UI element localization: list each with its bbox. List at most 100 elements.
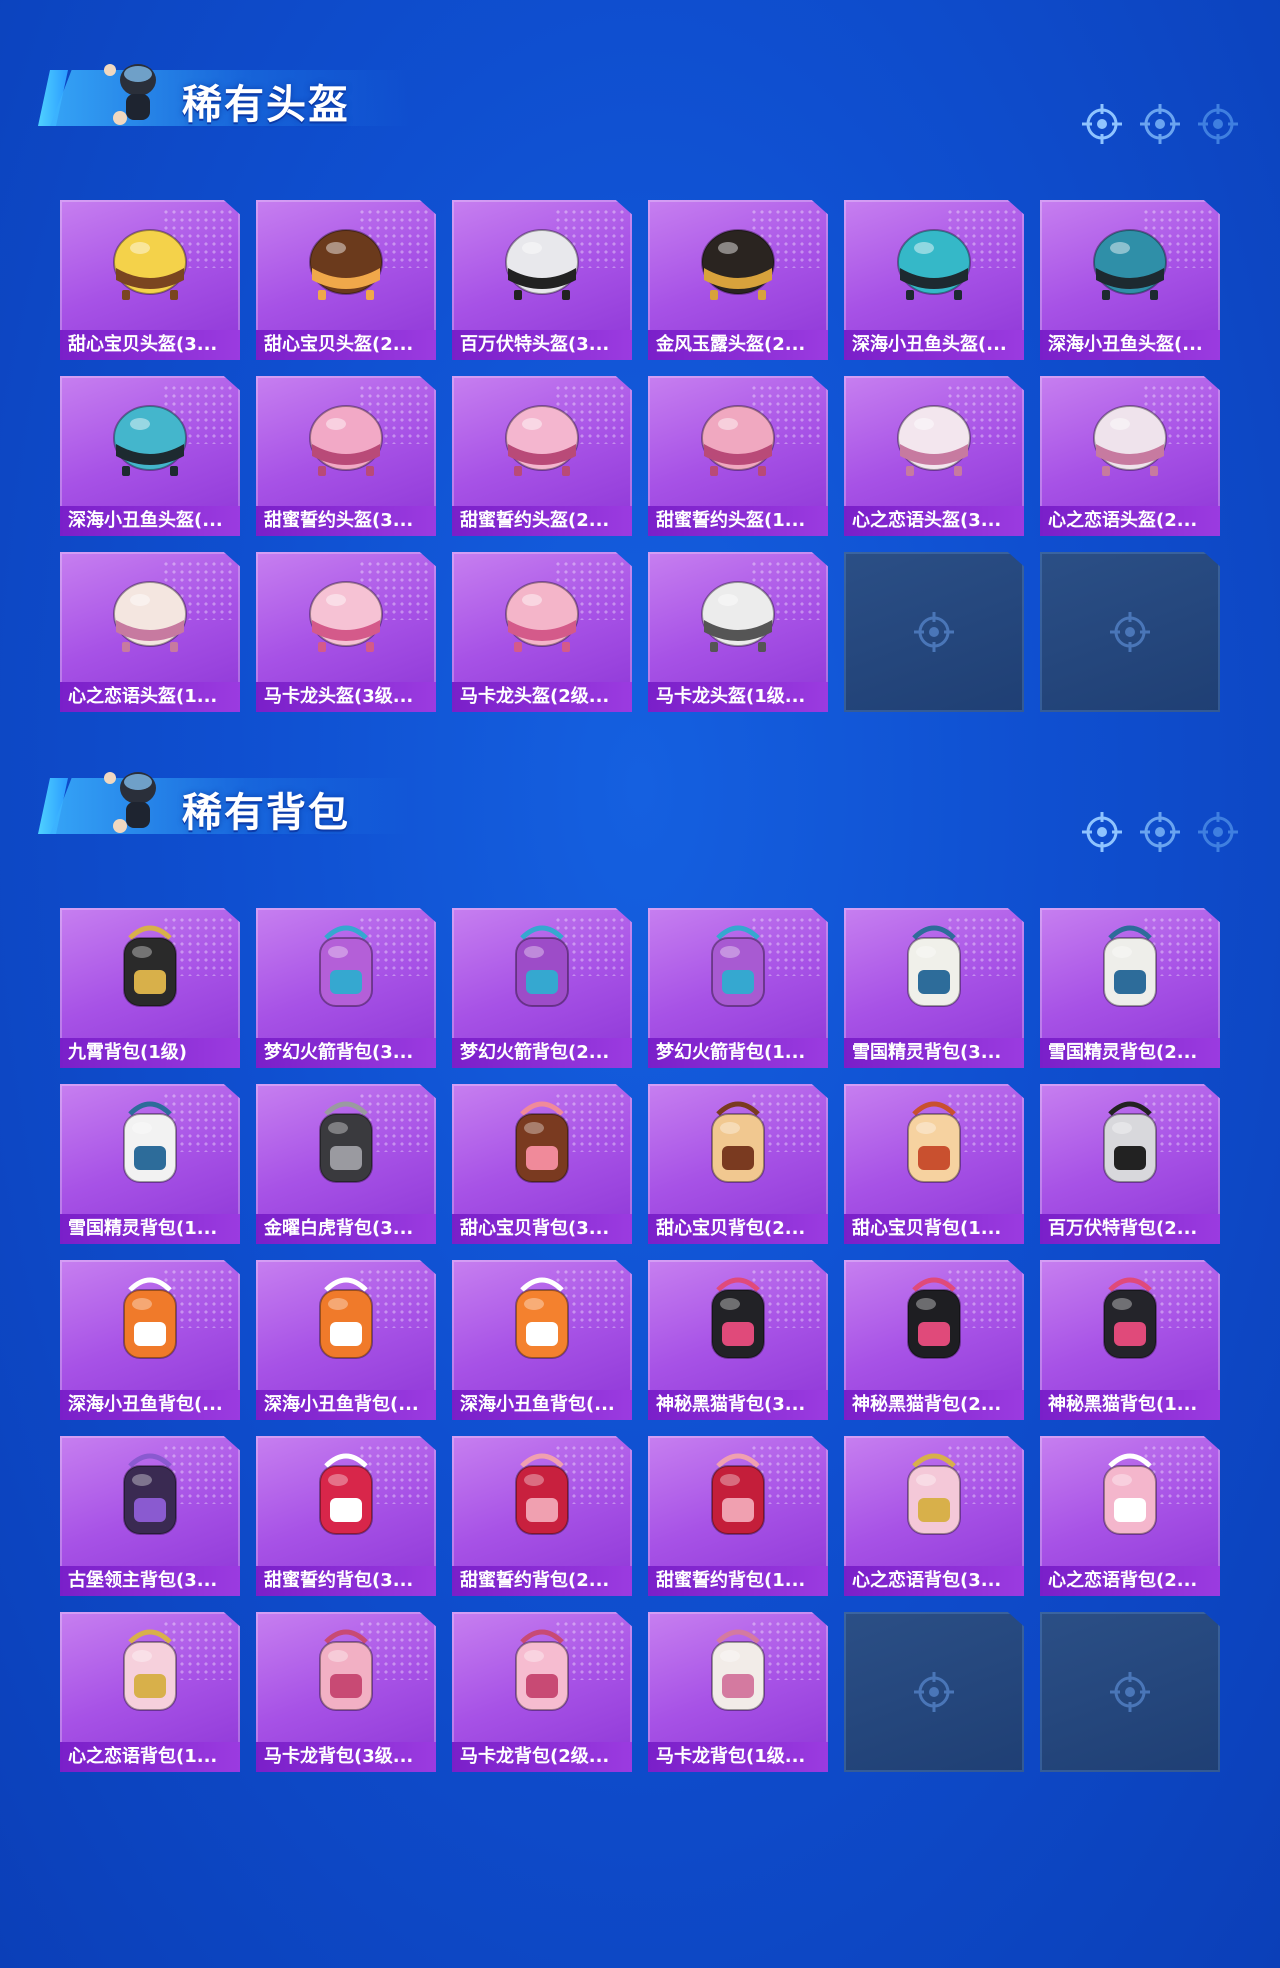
backpack-card[interactable]: 深海小丑鱼背包(...: [452, 1260, 632, 1420]
crosshair-icon: [1198, 812, 1238, 852]
crosshair-icon: [914, 1672, 954, 1712]
crosshair-icon: [1140, 104, 1180, 144]
item-label: 雪国精灵背包(1...: [60, 1214, 240, 1244]
backpack-card[interactable]: 深海小丑鱼背包(...: [256, 1260, 436, 1420]
crosshair-icon: [914, 612, 954, 652]
item-label: 古堡领主背包(3...: [60, 1566, 240, 1596]
crosshair-decoration: [1080, 808, 1240, 856]
helmet-card[interactable]: 百万伏特头盔(3...: [452, 200, 632, 360]
backpack-card[interactable]: 心之恋语背包(1...: [60, 1612, 240, 1772]
helmet-card[interactable]: 深海小丑鱼头盔(...: [844, 200, 1024, 360]
shell-helmet-icon: [1093, 405, 1167, 476]
rocket-backpack-icon: [711, 925, 765, 1007]
item-label: 甜心宝贝背包(3...: [452, 1214, 632, 1244]
backpack-card[interactable]: 百万伏特背包(2...: [1040, 1084, 1220, 1244]
item-label: 梦幻火箭背包(1...: [648, 1038, 828, 1068]
black-cat-backpack-icon: [1103, 1277, 1157, 1359]
crosshair-icon: [1198, 104, 1238, 144]
helmet-card[interactable]: 深海小丑鱼头盔(...: [60, 376, 240, 536]
backpack-card[interactable]: 金曜白虎背包(3...: [256, 1084, 436, 1244]
item-label: 心之恋语背包(3...: [844, 1566, 1024, 1596]
backpack-card[interactable]: 深海小丑鱼背包(...: [60, 1260, 240, 1420]
section-header: 稀有背包: [30, 758, 430, 848]
item-label: 马卡龙背包(2级...: [452, 1742, 632, 1772]
item-label: 心之恋语头盔(1...: [60, 682, 240, 712]
backpack-card[interactable]: 甜心宝贝背包(2...: [648, 1084, 828, 1244]
item-label: 深海小丑鱼头盔(...: [60, 506, 240, 536]
mascot-icon: [104, 772, 156, 833]
helmet-card[interactable]: 深海小丑鱼头盔(...: [1040, 200, 1220, 360]
backpack-card[interactable]: 古堡领主背包(3...: [60, 1436, 240, 1596]
backpack-card[interactable]: 梦幻火箭背包(1...: [648, 908, 828, 1068]
cream-open-helmet-icon: [113, 581, 187, 652]
clownfish-backpack-icon: [319, 1277, 373, 1359]
backpack-card[interactable]: 神秘黑猫背包(3...: [648, 1260, 828, 1420]
backpack-card[interactable]: 雪国精灵背包(3...: [844, 908, 1024, 1068]
empty-slot: [1040, 552, 1220, 712]
item-label: 甜蜜誓约头盔(3...: [256, 506, 436, 536]
helmet-grid: 甜心宝贝头盔(3... 甜心宝贝头盔(2... 百万伏特头盔(3... 金风玉露头盔(…: [60, 200, 1220, 720]
backpack-card[interactable]: 梦幻火箭背包(2...: [452, 908, 632, 1068]
backpack-card[interactable]: 心之恋语背包(2...: [1040, 1436, 1220, 1596]
helmet-card[interactable]: 甜心宝贝头盔(3...: [60, 200, 240, 360]
backpack-card[interactable]: 马卡龙背包(2级...: [452, 1612, 632, 1772]
empty-slot: [844, 1612, 1024, 1772]
backpack-card[interactable]: 梦幻火箭背包(3...: [256, 908, 436, 1068]
heart-wings-backpack-icon: [319, 1453, 373, 1535]
pink-bunny-backpack-icon: [1103, 1453, 1157, 1535]
backpack-card[interactable]: 九霄背包(1级): [60, 908, 240, 1068]
item-label: 心之恋语背包(1...: [60, 1742, 240, 1772]
backpack-card[interactable]: 雪国精灵背包(1...: [60, 1084, 240, 1244]
helmet-card[interactable]: 甜心宝贝头盔(2...: [256, 200, 436, 360]
backpack-card[interactable]: 心之恋语背包(3...: [844, 1436, 1024, 1596]
macaron-visor-helmet-icon: [309, 581, 383, 652]
backpack-card[interactable]: 神秘黑猫背包(1...: [1040, 1260, 1220, 1420]
item-label: 神秘黑猫背包(3...: [648, 1390, 828, 1420]
helmet-card[interactable]: 金风玉露头盔(2...: [648, 200, 828, 360]
snowman-backpack-icon: [1103, 925, 1157, 1007]
rocket-backpack-icon: [515, 925, 569, 1007]
helmet-card[interactable]: 心之恋语头盔(2...: [1040, 376, 1220, 536]
item-label: 马卡龙头盔(3级...: [256, 682, 436, 712]
helmet-section: 稀有头盔 甜心宝贝头盔(3... 甜心宝贝头盔(2... 百万伏特头盔(3... 金风…: [0, 40, 1280, 720]
item-label: 梦幻火箭背包(2...: [452, 1038, 632, 1068]
helmet-card[interactable]: 心之恋语头盔(3...: [844, 376, 1024, 536]
backpack-card[interactable]: 马卡龙背包(3级...: [256, 1612, 436, 1772]
item-label: 雪国精灵背包(2...: [1040, 1038, 1220, 1068]
crosshair-icon: [1082, 104, 1122, 144]
item-label: 百万伏特背包(2...: [1040, 1214, 1220, 1244]
helmet-card[interactable]: 马卡龙头盔(1级...: [648, 552, 828, 712]
helmet-card[interactable]: 甜蜜誓约头盔(3...: [256, 376, 436, 536]
helmet-card[interactable]: 马卡龙头盔(2级...: [452, 552, 632, 712]
cupcake-backpack-icon: [907, 1101, 961, 1183]
backpack-card[interactable]: 甜蜜誓约背包(2...: [452, 1436, 632, 1596]
item-label: 九霄背包(1级): [60, 1038, 240, 1068]
backpack-card[interactable]: 神秘黑猫背包(2...: [844, 1260, 1024, 1420]
dark-knight-backpack-icon: [123, 1453, 177, 1535]
item-label: 金风玉露头盔(2...: [648, 330, 828, 360]
backpack-grid: 九霄背包(1级) 梦幻火箭背包(3... 梦幻火箭背包(2... 梦幻火箭背包(1..…: [60, 908, 1220, 1788]
backpack-card[interactable]: 雪国精灵背包(2...: [1040, 908, 1220, 1068]
item-label: 雪国精灵背包(3...: [844, 1038, 1024, 1068]
backpack-card[interactable]: 甜蜜誓约背包(3...: [256, 1436, 436, 1596]
cat-ear-helmet-icon: [505, 229, 579, 300]
item-label: 心之恋语头盔(2...: [1040, 506, 1220, 536]
white-bow-backpack-icon: [711, 1629, 765, 1711]
backpack-card[interactable]: 甜蜜誓约背包(1...: [648, 1436, 828, 1596]
helmet-card[interactable]: 甜蜜誓约头盔(2...: [452, 376, 632, 536]
crosshair-icon: [1082, 812, 1122, 852]
chocolate-helmet-icon: [309, 229, 383, 300]
teal-visor-helmet-icon: [897, 229, 971, 300]
item-label: 神秘黑猫背包(2...: [844, 1390, 1024, 1420]
backpack-card[interactable]: 甜心宝贝背包(3...: [452, 1084, 632, 1244]
crosshair-icon: [1110, 612, 1150, 652]
backpack-card[interactable]: 甜心宝贝背包(1...: [844, 1084, 1024, 1244]
helmet-card[interactable]: 心之恋语头盔(1...: [60, 552, 240, 712]
helmet-card[interactable]: 马卡龙头盔(3级...: [256, 552, 436, 712]
backpack-card[interactable]: 马卡龙背包(1级...: [648, 1612, 828, 1772]
pink-visor-helmet-icon: [309, 405, 383, 476]
helmet-card[interactable]: 甜蜜誓约头盔(1...: [648, 376, 828, 536]
item-label: 甜蜜誓约背包(1...: [648, 1566, 828, 1596]
teal-helmet-icon: [1093, 229, 1167, 300]
item-label: 深海小丑鱼背包(...: [256, 1390, 436, 1420]
